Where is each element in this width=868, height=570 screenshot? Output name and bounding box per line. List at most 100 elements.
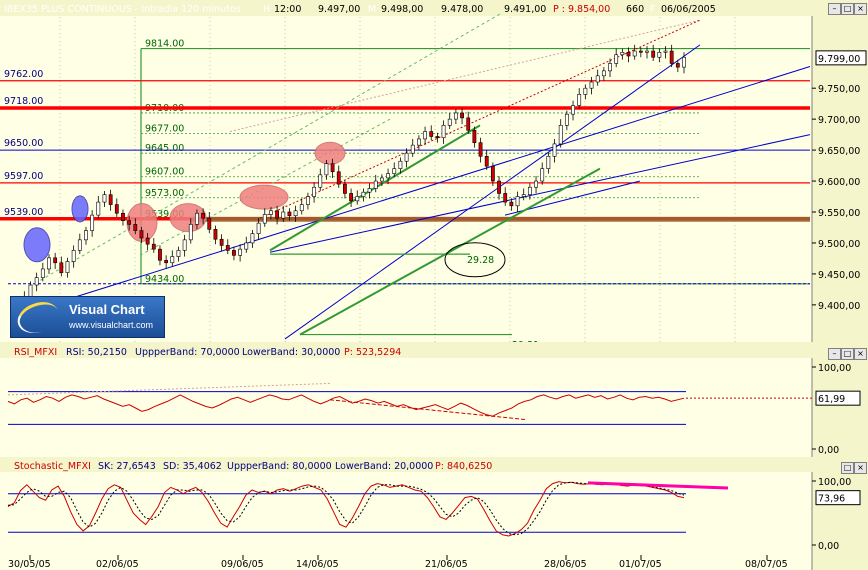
fib-level-label: 9814.00 — [145, 39, 184, 50]
stochastic-header-item: Stochastic_MFXI — [14, 461, 91, 472]
rsi-close-button[interactable]: × — [854, 348, 867, 360]
rsi-panel[interactable]: RSI_MFXI RSI: 50,2150 UppperBand: 70,0000 L… — [0, 345, 868, 457]
blue-ellipse — [71, 195, 89, 223]
candle-body — [330, 163, 335, 173]
candle-body — [90, 214, 95, 231]
candle-body — [256, 222, 261, 234]
stochastic-last-label: 73,96 — [818, 494, 845, 505]
candle-body — [207, 217, 212, 230]
candle-body — [213, 229, 218, 240]
price-tick-label: 9.550,00 — [818, 208, 860, 219]
price-tick-label: 9.400,00 — [818, 301, 860, 312]
candle-body — [201, 212, 206, 219]
rsi-header-item: LowerBand: 30,0000 — [242, 347, 340, 358]
close-value: 9.491,00 — [504, 4, 546, 15]
stochastic-sk-line — [7, 481, 685, 537]
price-tick-label: 9.500,00 — [818, 239, 860, 250]
candle-body — [262, 214, 267, 224]
rsi-minimize-button[interactable]: – — [828, 348, 841, 360]
candle-body — [145, 237, 150, 245]
rsi-tick-label: 100,00 — [818, 363, 851, 374]
level-label: 9597.00 — [4, 171, 43, 182]
candle-body — [293, 210, 298, 217]
candle-body — [583, 87, 588, 95]
visualchart-logo: Visual Chart www.visualchart.com — [10, 296, 165, 339]
annotation-label: 29.31 — [512, 340, 539, 342]
candle-body — [324, 163, 329, 176]
maximize-button[interactable]: □ — [841, 3, 854, 15]
candle-body — [176, 250, 181, 257]
date-tick-label: 14/06/05 — [296, 559, 339, 570]
rsi-maximize-button[interactable]: □ — [841, 348, 854, 360]
candle-body — [484, 155, 489, 167]
logo-swoosh-icon — [13, 296, 63, 339]
candle-body — [423, 131, 427, 140]
stochastic-tick-label: 0,00 — [818, 541, 839, 552]
minimize-button[interactable]: – — [828, 3, 841, 15]
candle-body — [509, 201, 514, 207]
stochastic-close-button[interactable]: × — [854, 462, 867, 474]
candle-body — [188, 224, 193, 241]
candle-body — [651, 50, 656, 58]
candle-body — [170, 256, 175, 264]
candle-body — [577, 94, 582, 106]
candle-body — [343, 183, 347, 194]
candle-body — [460, 112, 464, 119]
stochastic-header-item: SK: 27,6543 — [98, 461, 156, 472]
candle-body — [77, 239, 82, 251]
rsi-line — [7, 394, 685, 417]
candle-body — [59, 262, 64, 273]
last-price-label: 9.799,00 — [818, 54, 860, 65]
price-chart-panel[interactable]: IBEX35 PLUS CONTINUOUS - Intradia 120 mi… — [0, 0, 868, 342]
candle-body — [552, 143, 557, 157]
candle-body — [682, 56, 686, 68]
rsi-header: RSI_MFXI RSI: 50,2150 UppperBand: 70,0000 L… — [14, 347, 401, 358]
candle-body — [392, 168, 397, 174]
candle-body — [244, 242, 249, 250]
candle-body — [447, 118, 452, 126]
candle-body — [571, 105, 575, 115]
fib-level-label: 9434.00 — [145, 274, 184, 285]
annotation-label: 29.28 — [467, 255, 494, 266]
candle-body — [355, 196, 360, 202]
candle-body — [534, 180, 538, 188]
candle-body — [225, 245, 230, 251]
candle-body — [108, 194, 113, 205]
candle-body — [410, 144, 415, 154]
candle-body — [133, 224, 138, 231]
rsi-plot-layer: 100,00 0,00 61,99 — [7, 363, 861, 456]
candle-body — [657, 51, 662, 58]
candle-body — [71, 250, 76, 262]
candle-body — [663, 50, 668, 53]
candle-body — [182, 239, 187, 251]
candle-body — [373, 180, 378, 189]
candle-body — [238, 248, 243, 256]
price-chart-svg: IBEX35 PLUS CONTINUOUS - Intradia 120 mi… — [0, 0, 868, 342]
stochastic-panel[interactable]: Stochastic_MFXI SK: 27,6543 SD: 35,4062 Upp… — [0, 459, 868, 570]
candle-body — [478, 142, 483, 157]
candle-body — [299, 204, 304, 212]
date-tick-label: 02/06/05 — [96, 559, 139, 570]
price-tick-label: 9.450,00 — [818, 270, 860, 281]
candle-body — [404, 152, 409, 162]
fib-level-label: 9645.00 — [145, 143, 184, 154]
level-label: 9539.00 — [4, 207, 43, 218]
candle-body — [472, 129, 477, 143]
candle-body — [632, 50, 637, 57]
rsi-chart-svg: RSI_MFXI RSI: 50,2150 UppperBand: 70,0000 L… — [0, 345, 868, 457]
logo-name: Visual Chart — [69, 302, 145, 317]
candle-body — [435, 136, 440, 139]
stochastic-header-item: SD: 35,4062 — [163, 461, 222, 472]
candle-body — [386, 173, 390, 179]
candle-body — [608, 63, 612, 72]
close-button[interactable]: × — [854, 3, 867, 15]
stochastic-maximize-button[interactable]: □ — [841, 462, 854, 474]
candle-body — [398, 160, 403, 169]
candle-body — [620, 51, 625, 56]
stochastic-tick-label: 100,00 — [818, 477, 851, 488]
candle-body — [527, 186, 532, 195]
candle-body — [114, 204, 119, 214]
date-value: 06/06/2005 — [661, 4, 716, 15]
candle-body — [158, 248, 162, 261]
candle-body — [638, 50, 643, 53]
